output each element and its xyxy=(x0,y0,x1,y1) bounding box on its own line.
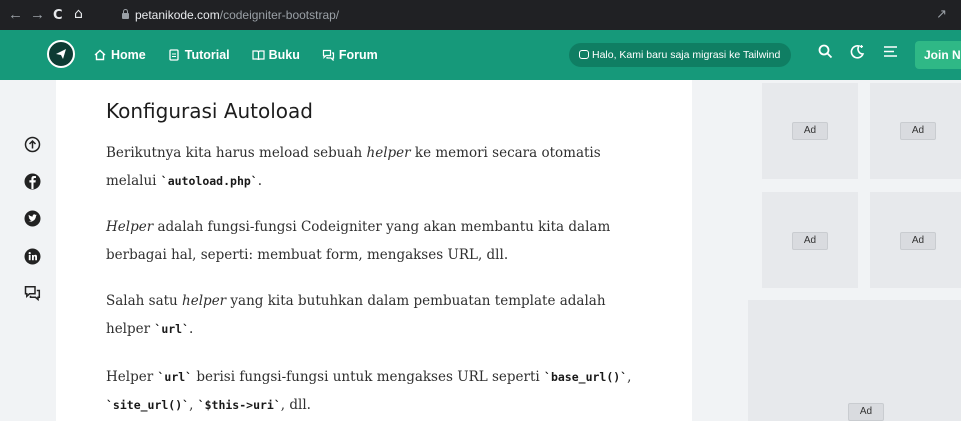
announcement-text: Halo, Kami baru saja migrasi ke Tailwind xyxy=(592,49,781,61)
arrow-up-icon[interactable] xyxy=(24,136,41,153)
text-span: , xyxy=(627,369,632,385)
comment-icon[interactable] xyxy=(24,285,41,302)
menu-item-tutorial[interactable]: Tutorial xyxy=(168,48,230,62)
inline-code: `autoload.php` xyxy=(160,174,258,188)
menu-item-home[interactable]: Home xyxy=(94,48,146,62)
menu-item-forum[interactable]: Forum xyxy=(322,48,378,62)
text-span: adalah fungsi-fungsi Codeigniter yang ak… xyxy=(153,219,611,235)
forward-icon[interactable]: → xyxy=(30,6,45,24)
emphasis-text: helper xyxy=(182,293,227,309)
inline-code: `url` xyxy=(157,370,193,384)
paragraph-helper: Helper adalah fungsi-fungsi Codeigniter … xyxy=(106,213,666,269)
menu-label: Buku xyxy=(268,48,300,62)
announcement-badge[interactable]: Halo, Kami baru saja migrasi ke Tailwind xyxy=(569,43,792,67)
text-span: , dll. xyxy=(280,397,311,413)
inline-code: `site_url()` xyxy=(106,398,190,412)
site-header: Home Tutorial Buku Forum Halo, Kami baru… xyxy=(0,30,961,80)
address-bar[interactable]: petanikode.com/codeigniter-bootstrap/ xyxy=(122,4,339,26)
section-heading: Konfigurasi Autoload xyxy=(106,99,313,123)
book-icon xyxy=(252,49,265,61)
menu-icon[interactable] xyxy=(883,44,898,64)
text-span: Salah satu xyxy=(106,293,183,309)
join-button[interactable]: Join N xyxy=(915,41,961,69)
text-span: yang kita butuhkan dalam pembuatan templ… xyxy=(226,293,606,309)
ad-label: Ad xyxy=(848,403,884,421)
text-span: berisi fungsi-fungsi untuk mengakses URL… xyxy=(192,369,545,385)
text-span: . xyxy=(189,321,194,337)
paragraph-url-functions: Helper `url` berisi fungsi-fungsi untuk … xyxy=(106,363,666,419)
menu-item-buku[interactable]: Buku xyxy=(252,48,300,62)
text-span: Berikutnya kita harus meload sebuah xyxy=(106,145,367,161)
paragraph-autoload: Berikutnya kita harus meload sebuah help… xyxy=(106,139,666,195)
ad-label: Ad xyxy=(900,232,936,250)
chat-icon xyxy=(579,50,589,59)
chat-icon xyxy=(322,49,334,62)
menu-label: Home xyxy=(111,48,146,62)
twitter-icon[interactable] xyxy=(24,210,41,227)
facebook-icon[interactable] xyxy=(24,173,41,190)
reload-icon[interactable]: C xyxy=(53,7,63,25)
text-span: Helper xyxy=(106,369,158,385)
back-icon[interactable]: ← xyxy=(8,6,23,24)
inline-code: `$this->uri` xyxy=(197,398,281,412)
text-span: berbagai hal, seperti: membuat form, men… xyxy=(106,247,509,263)
ad-label: Ad xyxy=(792,122,828,140)
text-span: . xyxy=(257,173,263,189)
menu-label: Tutorial xyxy=(184,48,230,62)
main-menu: Home Tutorial Buku Forum xyxy=(94,30,400,80)
share-icon[interactable]: ↗ xyxy=(936,7,947,22)
search-icon[interactable] xyxy=(818,44,833,64)
theme-toggle-icon[interactable] xyxy=(850,44,865,64)
url-path: /codeigniter-bootstrap/ xyxy=(219,8,340,22)
browser-home-icon[interactable]: ⌂ xyxy=(74,5,83,23)
emphasis-text: helper xyxy=(366,145,411,161)
text-span: melalui xyxy=(106,173,161,189)
inline-code: `base_url()` xyxy=(544,370,628,384)
browser-toolbar: ← → C ⌂ petanikode.com/codeigniter-boots… xyxy=(0,0,961,30)
paragraph-url-helper: Salah satu helper yang kita butuhkan dal… xyxy=(106,287,666,343)
linkedin-icon[interactable] xyxy=(24,248,41,265)
home-icon xyxy=(94,49,106,61)
text-span: helper xyxy=(106,321,155,337)
lock-icon xyxy=(122,9,129,19)
inline-code: `url` xyxy=(154,322,190,336)
ad-label: Ad xyxy=(792,232,828,250)
menu-label: Forum xyxy=(338,48,378,62)
text-span: ke memori secara otomatis xyxy=(410,145,601,161)
document-icon xyxy=(168,49,180,61)
url-host: petanikode.com xyxy=(135,8,220,22)
ad-label: Ad xyxy=(900,122,936,140)
site-logo-icon[interactable] xyxy=(47,40,75,68)
emphasis-text: Helper xyxy=(106,219,154,235)
text-span: , xyxy=(189,397,198,413)
